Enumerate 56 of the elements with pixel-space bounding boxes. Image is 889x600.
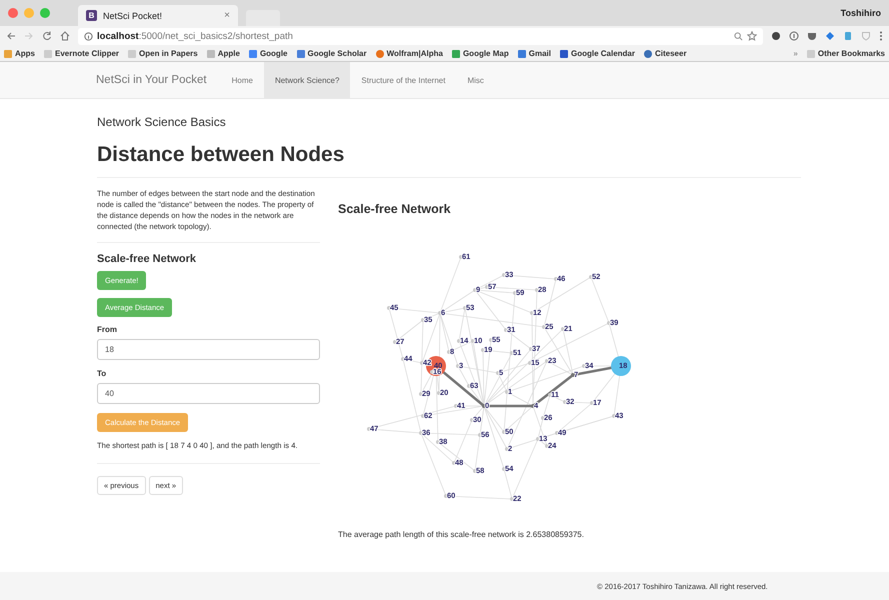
from-label: From xyxy=(97,325,118,334)
profile-name[interactable]: Toshihiro xyxy=(840,8,881,18)
nav-link[interactable]: Network Science? xyxy=(264,62,350,98)
star-icon[interactable] xyxy=(747,31,757,41)
bookmark-item[interactable]: Apps xyxy=(4,49,35,58)
nav-link[interactable]: Misc xyxy=(456,62,495,98)
folder-icon xyxy=(206,50,215,58)
info-icon[interactable] xyxy=(84,32,93,40)
site-icon xyxy=(560,50,568,58)
menu-icon[interactable] xyxy=(879,31,883,41)
back-icon[interactable] xyxy=(6,31,16,41)
site-icon xyxy=(376,50,384,58)
graph-heading: Scale-free Network xyxy=(338,202,452,216)
close-light[interactable] xyxy=(8,8,18,18)
page-title: Distance between Nodes xyxy=(97,143,346,167)
bookmark-item[interactable]: Apple xyxy=(206,49,240,58)
to-field[interactable]: 40 xyxy=(97,383,320,404)
page-icon xyxy=(44,50,52,58)
from-field[interactable]: 18 xyxy=(97,339,320,360)
bookmark-icon[interactable] xyxy=(843,31,853,41)
bookmark-item[interactable]: Google Map xyxy=(452,49,509,58)
site-icon xyxy=(296,50,304,58)
bookmark-item[interactable]: Evernote Clipper xyxy=(44,49,120,58)
bookmark-item[interactable]: Google Calendar xyxy=(560,49,635,58)
folder-icon xyxy=(806,50,815,58)
bookmark-item[interactable]: Open in Papers xyxy=(128,49,198,58)
bookmark-item[interactable]: Citeseer xyxy=(644,49,687,58)
home-icon[interactable] xyxy=(60,31,70,41)
site-icon xyxy=(248,50,257,58)
site-icon xyxy=(452,50,460,58)
search-icon[interactable] xyxy=(734,32,743,40)
bookmark-item[interactable]: Gmail xyxy=(518,49,551,58)
bookmark-item[interactable]: Google xyxy=(248,49,288,58)
pocket-icon[interactable] xyxy=(807,31,817,41)
nav-link[interactable]: Home xyxy=(220,62,264,98)
bookmark-item[interactable]: Other Bookmarks xyxy=(806,49,885,58)
apps-icon xyxy=(4,50,12,58)
tab-close[interactable]: × xyxy=(224,10,230,21)
average-text: The average path length of this scale-free network is 2.65380859375. xyxy=(338,530,585,539)
nav-link[interactable]: Structure of the Internet xyxy=(350,62,456,98)
favicon: B xyxy=(86,10,97,21)
site-icon xyxy=(518,50,526,58)
reload-icon[interactable] xyxy=(42,31,52,41)
bookmark-item[interactable]: Google Scholar xyxy=(296,49,367,58)
browser-tab[interactable]: B NetSci Pocket! × xyxy=(78,5,238,26)
password-icon[interactable] xyxy=(789,31,799,41)
section-heading: Scale-free Network xyxy=(97,253,198,265)
site-icon xyxy=(644,50,652,58)
address-bar[interactable]: localhost:5000/net_sci_basics2/shortest_path xyxy=(78,28,763,44)
to-label: To xyxy=(97,369,108,378)
page-subtitle: Network Science Basics xyxy=(97,115,227,129)
tab-title: NetSci Pocket! xyxy=(103,10,162,20)
page-icon xyxy=(128,50,136,58)
bookmark-item[interactable]: Wolfram|Alpha xyxy=(376,49,443,58)
diamond-icon[interactable] xyxy=(825,31,835,41)
brand-link[interactable]: NetSci in Your Pocket xyxy=(96,62,207,98)
